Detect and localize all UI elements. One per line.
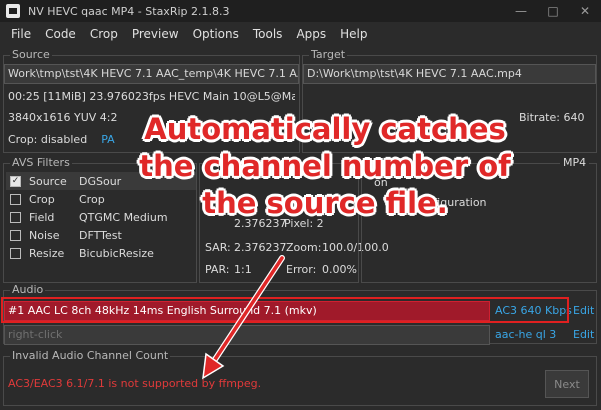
source-group-title: Source <box>10 48 52 62</box>
annotation-line-2: the channel number of <box>139 149 511 183</box>
annotation-line-3: the source file. <box>202 186 448 220</box>
filter-name: DFTTest <box>79 228 122 242</box>
window-title: NV HEVC qaac MP4 - StaxRip 2.1.8.3 <box>28 4 230 18</box>
filter-category: Source <box>29 174 67 188</box>
source-info-line1: 00:25 [11MiB] 23.976023fps HEVC Main 10@… <box>8 90 295 103</box>
title-bar: NV HEVC qaac MP4 - StaxRip 2.1.8.3 — □ ✕ <box>0 0 601 22</box>
error-group-title: Invalid Audio Channel Count <box>10 349 171 363</box>
menu-bar: File Code Crop Preview Options Tools App… <box>0 22 601 46</box>
audio-track-1-edit[interactable]: Edit <box>573 304 594 317</box>
filter-checkbox-crop[interactable] <box>10 193 21 205</box>
target-path-field[interactable]: D:\Work\tmp\tst\4K HEVC 7.1 AAC.mp4 <box>303 64 596 84</box>
audio-track-2-edit[interactable]: Edit <box>573 328 594 341</box>
annotation-text: Automatically catches the channel number… <box>95 111 555 222</box>
source-path-field[interactable]: Work\tmp\tst\4K HEVC 7.1 AAC_temp\4K HEV… <box>4 64 299 84</box>
sar-value: 2.376237 <box>234 241 287 254</box>
menu-preview[interactable]: Preview <box>125 22 186 46</box>
annotation-line-1: Automatically catches <box>144 112 506 146</box>
menu-options[interactable]: Options <box>186 22 246 46</box>
filter-row-noise[interactable]: Noise DFTTest <box>6 226 196 244</box>
maximize-button[interactable]: □ <box>537 0 569 22</box>
filter-checkbox-source[interactable]: ✓ <box>10 175 21 187</box>
filter-name: BicubicResize <box>79 246 154 260</box>
menu-help[interactable]: Help <box>333 22 374 46</box>
target-group-title: Target <box>309 48 348 62</box>
filter-checkbox-field[interactable] <box>10 211 21 223</box>
container-label: MP4 <box>560 156 590 169</box>
audio-track-2-field[interactable]: right-click <box>4 325 490 345</box>
filter-category: Resize <box>29 246 65 260</box>
error-message: AC3/EAC3 6.1/7.1 is not supported by ffm… <box>8 377 262 390</box>
filter-category: Crop <box>29 192 55 206</box>
menu-tools[interactable]: Tools <box>246 22 290 46</box>
avs-filters-title: AVS Filters <box>10 156 72 170</box>
filter-category: Field <box>29 210 55 224</box>
audio-group-title: Audio <box>10 283 46 297</box>
crop-status: Crop: disabled <box>8 133 88 146</box>
filter-category: Noise <box>29 228 60 242</box>
error-label: Error: <box>286 263 317 276</box>
filter-row-resize[interactable]: Resize BicubicResize <box>6 244 196 262</box>
close-button[interactable]: ✕ <box>569 0 601 22</box>
audio-track-2-profile[interactable]: aac-he ql 3 <box>495 328 556 341</box>
menu-file[interactable]: File <box>4 22 38 46</box>
minimize-button[interactable]: — <box>505 0 537 22</box>
menu-apps[interactable]: Apps <box>289 22 333 46</box>
audio-highlight-outline <box>1 297 569 323</box>
menu-code[interactable]: Code <box>38 22 83 46</box>
filter-checkbox-resize[interactable] <box>10 247 21 259</box>
menu-crop[interactable]: Crop <box>83 22 125 46</box>
app-icon <box>6 4 20 18</box>
next-button[interactable]: Next <box>545 370 589 398</box>
sar-label: SAR: <box>205 241 231 254</box>
par-label[interactable]: PAR: <box>205 263 229 276</box>
error-value: 0.00% <box>322 263 357 276</box>
zoom-label: Zoom: <box>286 241 322 254</box>
filter-checkbox-noise[interactable] <box>10 229 21 241</box>
par-value: 1:1 <box>234 263 252 276</box>
